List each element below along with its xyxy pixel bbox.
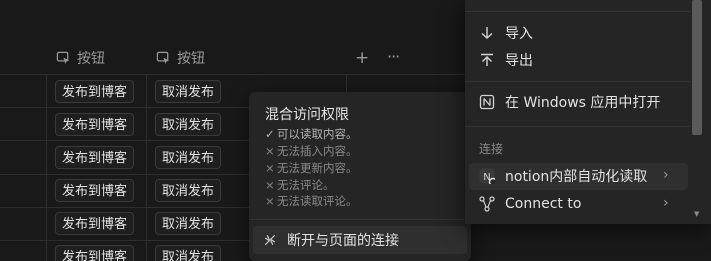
cancel-publish-button[interactable]: 取消发布 bbox=[155, 245, 222, 261]
integration-label: notion内部自动化读取 bbox=[505, 169, 648, 185]
import-label: 导入 bbox=[505, 26, 533, 42]
more-options-button[interactable]: ··· bbox=[387, 47, 400, 66]
menu-item-export[interactable]: 导出 bbox=[479, 48, 533, 72]
notion-logo-icon bbox=[479, 94, 495, 110]
column-header-button-1[interactable]: 按钮 bbox=[56, 42, 105, 74]
arrow-down-icon bbox=[479, 25, 495, 41]
cancel-publish-button[interactable]: 取消发布 bbox=[155, 212, 222, 235]
scroll-down-arrow-icon[interactable]: ▼ bbox=[694, 210, 699, 218]
permission-item: ✓ 可以读取内容。 bbox=[265, 127, 358, 141]
divider bbox=[249, 219, 471, 220]
cursor-click-icon bbox=[56, 51, 70, 64]
connect-icon bbox=[479, 196, 495, 212]
column-header-label: 按钮 bbox=[177, 51, 205, 67]
unlink-icon bbox=[265, 235, 275, 245]
cancel-publish-button[interactable]: 取消发布 bbox=[155, 113, 222, 136]
permission-item: × 无法更新内容。 bbox=[265, 161, 358, 175]
scrollbar-thumb[interactable] bbox=[692, 0, 702, 135]
access-popover: 混合访问权限 ✓ 可以读取内容。 × 无法插入内容。 × 无法更新内容。 × 无法评论。… bbox=[249, 92, 471, 261]
column-header-button-2[interactable]: 按钮 bbox=[156, 42, 205, 74]
permission-item: × 无法评论。 bbox=[265, 178, 335, 192]
chevron-right-icon: › bbox=[663, 195, 669, 211]
publish-to-blog-button[interactable]: 发布到博客 bbox=[55, 80, 135, 103]
publish-to-blog-button[interactable]: 发布到博客 bbox=[55, 212, 135, 235]
publish-to-blog-button[interactable]: 发布到博客 bbox=[55, 146, 135, 169]
menu-item-integration[interactable]: N notion内部自动化读取 bbox=[479, 164, 647, 188]
cancel-publish-button[interactable]: 取消发布 bbox=[155, 179, 222, 202]
x-icon: × bbox=[265, 144, 275, 158]
export-icon bbox=[479, 52, 495, 68]
cancel-publish-button[interactable]: 取消发布 bbox=[155, 80, 222, 103]
disconnect-page-button[interactable]: 断开与页面的连接 bbox=[253, 226, 467, 254]
menu-item-connect-to[interactable]: Connect to bbox=[479, 192, 581, 216]
add-column-button[interactable]: + bbox=[355, 48, 369, 68]
column-header-label: 按钮 bbox=[77, 51, 105, 67]
open-in-windows-label: 在 Windows 应用中打开 bbox=[505, 95, 661, 111]
cursor-click-icon bbox=[156, 51, 170, 64]
divider bbox=[465, 11, 690, 12]
cancel-publish-button[interactable]: 取消发布 bbox=[155, 146, 222, 169]
disconnect-label: 断开与页面的连接 bbox=[287, 233, 399, 249]
publish-to-blog-button[interactable]: 发布到博客 bbox=[55, 245, 135, 261]
permission-item: × 无法插入内容。 bbox=[265, 144, 358, 158]
integration-icon: N bbox=[479, 168, 495, 184]
menu-item-import[interactable]: 导入 bbox=[479, 21, 533, 45]
publish-to-blog-button[interactable]: 发布到博客 bbox=[55, 179, 135, 202]
divider bbox=[465, 81, 690, 82]
chevron-right-icon: › bbox=[663, 167, 669, 183]
publish-to-blog-button[interactable]: 发布到博客 bbox=[55, 113, 135, 136]
row-divider bbox=[0, 74, 470, 75]
x-icon: × bbox=[265, 161, 275, 175]
divider bbox=[465, 126, 690, 127]
check-icon: ✓ bbox=[265, 127, 275, 141]
x-icon: × bbox=[265, 178, 275, 192]
column-divider bbox=[146, 74, 147, 261]
x-icon: × bbox=[265, 194, 275, 208]
menu-item-open-in-windows[interactable]: 在 Windows 应用中打开 bbox=[479, 90, 660, 114]
column-divider bbox=[46, 74, 47, 261]
permission-item: × 无法读取评论。 bbox=[265, 194, 358, 208]
export-label: 导出 bbox=[505, 53, 533, 69]
connections-section-label: 连接 bbox=[479, 142, 504, 156]
popover-title: 混合访问权限 bbox=[265, 107, 349, 123]
connect-to-label: Connect to bbox=[505, 196, 582, 212]
